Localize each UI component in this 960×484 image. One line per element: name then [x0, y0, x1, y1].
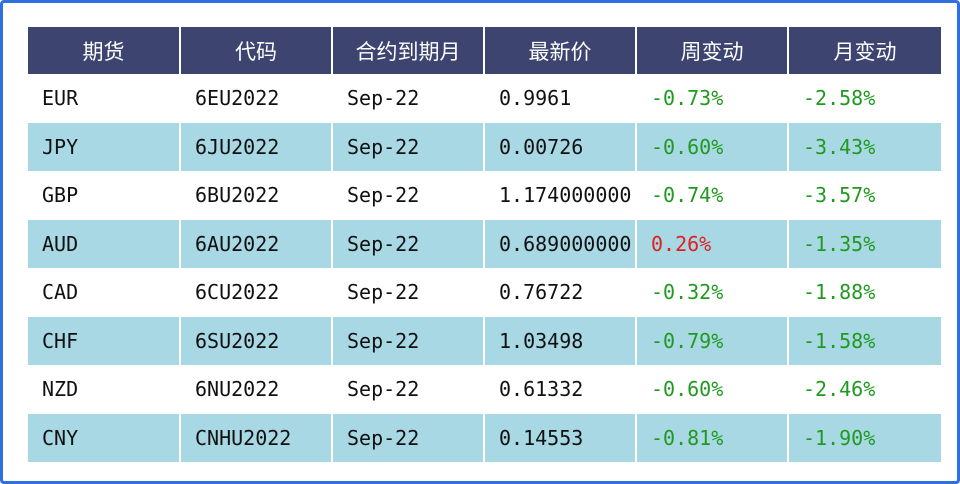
cell-monthly-change: -1.58%	[787, 316, 941, 365]
cell-expiry: Sep-22	[331, 74, 484, 123]
cell-price: 0.14553	[483, 413, 636, 462]
header-row: 期货 代码 合约到期月 最新价 周变动 月变动	[28, 27, 941, 74]
futures-table: 期货 代码 合约到期月 最新价 周变动 月变动 EUR 6EU2022 Sep-…	[28, 27, 941, 462]
cell-code: 6AU2022	[179, 219, 332, 268]
cell-price: 0.76722	[483, 268, 636, 317]
cell-price: 0.9961	[483, 74, 636, 123]
cell-expiry: Sep-22	[331, 219, 484, 268]
table-row: GBP 6BU2022 Sep-22 1.174000000 -0.74% -3…	[28, 171, 941, 220]
cell-code: 6JU2022	[179, 122, 332, 171]
cell-expiry: Sep-22	[331, 316, 484, 365]
cell-monthly-change: -2.46%	[787, 365, 941, 414]
table-row: JPY 6JU2022 Sep-22 0.00726 -0.60% -3.43%	[28, 122, 941, 171]
cell-weekly-change: -0.60%	[635, 365, 788, 414]
cell-weekly-change: -0.79%	[635, 316, 788, 365]
cell-monthly-change: -3.57%	[787, 171, 941, 220]
cell-weekly-change: -0.74%	[635, 171, 788, 220]
header-weekly-change: 周变动	[635, 27, 788, 74]
cell-expiry: Sep-22	[331, 413, 484, 462]
cell-weekly-change: -0.60%	[635, 122, 788, 171]
cell-weekly-change: -0.73%	[635, 74, 788, 123]
cell-expiry: Sep-22	[331, 171, 484, 220]
cell-expiry: Sep-22	[331, 365, 484, 414]
table-row: CHF 6SU2022 Sep-22 1.03498 -0.79% -1.58%	[28, 316, 941, 365]
cell-futures: NZD	[42, 377, 79, 402]
cell-monthly-change: -1.88%	[787, 268, 941, 317]
cell-futures: GBP	[42, 183, 79, 208]
table-row: CAD 6CU2022 Sep-22 0.76722 -0.32% -1.88%	[28, 268, 941, 317]
cell-code: CNHU2022	[179, 413, 332, 462]
cell-price: 0.689000000	[483, 219, 636, 268]
table-row: NZD 6NU2022 Sep-22 0.61332 -0.60% -2.46%	[28, 365, 941, 414]
cell-futures: CAD	[42, 280, 79, 305]
table-row: EUR 6EU2022 Sep-22 0.9961 -0.73% -2.58%	[28, 74, 941, 123]
cell-code: 6NU2022	[179, 365, 332, 414]
header-monthly-change: 月变动	[787, 27, 941, 74]
cell-code: 6SU2022	[179, 316, 332, 365]
cell-monthly-change: -1.35%	[787, 219, 941, 268]
cell-price: 0.61332	[483, 365, 636, 414]
table-row: AUD 6AU2022 Sep-22 0.689000000 0.26% -1.…	[28, 219, 941, 268]
cell-weekly-change: 0.26%	[635, 219, 788, 268]
header-futures: 期货	[28, 27, 180, 74]
cell-price: 1.174000000	[483, 171, 636, 220]
table-row: CNY CNHU2022 Sep-22 0.14553 -0.81% -1.90…	[28, 413, 941, 462]
cell-weekly-change: -0.81%	[635, 413, 788, 462]
cell-expiry: Sep-22	[331, 268, 484, 317]
cell-monthly-change: -1.90%	[787, 413, 941, 462]
cell-code: 6BU2022	[179, 171, 332, 220]
cell-code: 6EU2022	[179, 74, 332, 123]
cell-price: 0.00726	[483, 122, 636, 171]
cell-expiry: Sep-22	[331, 122, 484, 171]
cell-monthly-change: -2.58%	[787, 74, 941, 123]
cell-monthly-change: -3.43%	[787, 122, 941, 171]
cell-price: 1.03498	[483, 316, 636, 365]
cell-futures: CNY	[28, 413, 180, 462]
cell-weekly-change: -0.32%	[635, 268, 788, 317]
cell-futures: EUR	[42, 86, 79, 111]
cell-futures: CHF	[28, 316, 180, 365]
table-frame: 期货 代码 合约到期月 最新价 周变动 月变动 EUR 6EU2022 Sep-…	[0, 0, 960, 484]
header-last-price: 最新价	[483, 27, 636, 74]
cell-code: 6CU2022	[179, 268, 332, 317]
header-code: 代码	[179, 27, 332, 74]
cell-futures: AUD	[28, 219, 180, 268]
cell-futures: JPY	[28, 122, 180, 171]
header-expiry-month: 合约到期月	[331, 27, 484, 74]
